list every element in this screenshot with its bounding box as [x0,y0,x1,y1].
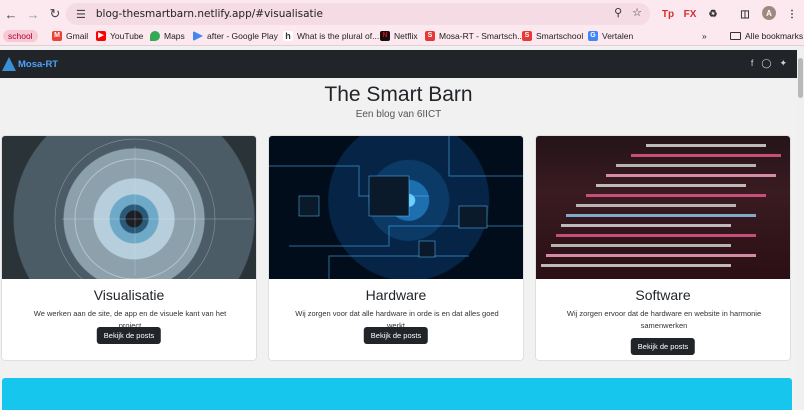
browser-toolbar: ← → ↻ ☰ blog-thesmartbarn.netlify.app/#v… [0,0,804,28]
smartschool-icon: S [522,31,532,41]
url-text: blog-thesmartbarn.netlify.app/#visualisa… [95,8,324,20]
bookmark-gmail[interactable]: M Gmail [52,31,88,41]
circuit-overlay-icon [269,136,523,279]
bookmark-label: Mosa-RT - Smartsch... [439,31,525,41]
translate-icon: G [588,31,598,41]
bookmark-netflix[interactable]: N Netflix [380,31,418,41]
extension-fx-icon[interactable]: FX [682,4,698,24]
page-title: The Smart Barn [324,83,473,106]
folder-icon [730,32,741,40]
extensions-puzzle-icon[interactable]: ♻ [705,4,721,24]
bookmark-label: Gmail [66,31,89,41]
view-posts-button[interactable]: Bekijk de posts [363,327,429,344]
card-title: Visualisatie [93,287,165,303]
all-bookmarks-button[interactable]: Alle bookmarks [730,31,803,41]
site-info-icon[interactable]: ☰ [76,8,86,21]
hud-overlay-icon [54,138,252,279]
card-image-eye [2,136,256,279]
scrollbar-thumb[interactable] [798,58,803,98]
view-posts-button[interactable]: Bekijk de posts [96,327,162,344]
card-image-code [536,136,790,279]
card-visualisatie: Visualisatie We werken aan de site, de a… [1,135,257,361]
profile-avatar[interactable]: A [762,6,776,20]
bookmark-label: Vertalen [602,31,634,41]
page-scrollbar[interactable] [797,46,804,410]
browser-menu-icon[interactable]: ⋮ [786,4,798,24]
h-icon: h [283,31,293,41]
site-logo[interactable]: Mosa-RT [2,56,62,72]
cyan-banner-section [2,378,792,410]
bookmark-label: YouTube [110,31,144,41]
address-bar[interactable]: ☰ blog-thesmartbarn.netlify.app/#visuali… [66,3,650,25]
youtube-icon: ▶ [96,31,106,41]
back-button[interactable]: ← [0,3,22,25]
bookmark-smartschool[interactable]: S Smartschool [522,31,583,41]
bookmark-folder-school[interactable]: school [3,30,38,42]
smartschool-icon: S [425,31,435,41]
site-navbar: Mosa-RT f ◯ ✦ [0,50,797,78]
sidebar-toggle-icon[interactable]: ◫ [738,4,752,24]
card-title: Software [635,287,691,303]
facebook-icon[interactable]: f [751,58,754,69]
more-bookmarks-chevron-icon[interactable]: » [702,31,707,41]
maps-icon [150,31,160,41]
bookmark-mosa-rt-smartschool[interactable]: S Mosa-RT - Smartsch... [425,31,524,41]
bookmark-maps[interactable]: Maps [150,31,185,41]
page-subtitle: Een blog van 6IICT [355,109,442,120]
bookmark-label: Smartschool [536,31,584,41]
card-title: Hardware [365,287,427,303]
card-hardware: Hardware Wij zorgen voor dat alle hardwa… [268,135,524,361]
reload-button[interactable]: ↻ [44,3,66,25]
bookmark-youtube[interactable]: ▶ YouTube [96,31,143,41]
bookmark-star-icon[interactable]: ☆ [632,6,642,19]
bookmark-plural[interactable]: h What is the plural of... [283,31,379,41]
all-bookmarks-label: Alle bookmarks [745,31,804,41]
bookmark-label: What is the plural of... [297,31,380,41]
twitter-icon[interactable]: ✦ [779,58,787,69]
view-posts-button[interactable]: Bekijk de posts [630,338,696,355]
code-lines-overlay-icon [541,144,781,267]
social-links: f ◯ ✦ [751,58,787,69]
zoom-icon[interactable]: ⚲ [614,6,622,19]
bookmark-label: Netflix [394,31,418,41]
gmail-icon: M [52,31,62,41]
extension-tp-icon[interactable]: Tp [660,4,676,24]
instagram-icon[interactable]: ◯ [761,58,771,69]
bookmark-label: after - Google Play [207,31,278,41]
netflix-icon: N [380,31,390,41]
forward-button[interactable]: → [22,3,44,25]
card-text: Wij zorgen ervoor dat de hardware en web… [566,309,762,330]
bookmark-google-play[interactable]: after - Google Play [193,31,278,41]
bookmark-label: Maps [164,31,185,41]
card-software: Software Wij zorgen ervoor dat de hardwa… [535,135,791,361]
bookmark-label: school [3,30,38,42]
google-play-icon [193,31,203,41]
card-image-circuit-board [269,136,523,279]
logo-mark-icon [2,57,16,71]
logo-text: Mosa-RT [18,58,59,70]
bookmarks-bar: school M Gmail ▶ YouTube Maps after - Go… [0,28,804,46]
bookmark-vertalen[interactable]: G Vertalen [588,31,633,41]
